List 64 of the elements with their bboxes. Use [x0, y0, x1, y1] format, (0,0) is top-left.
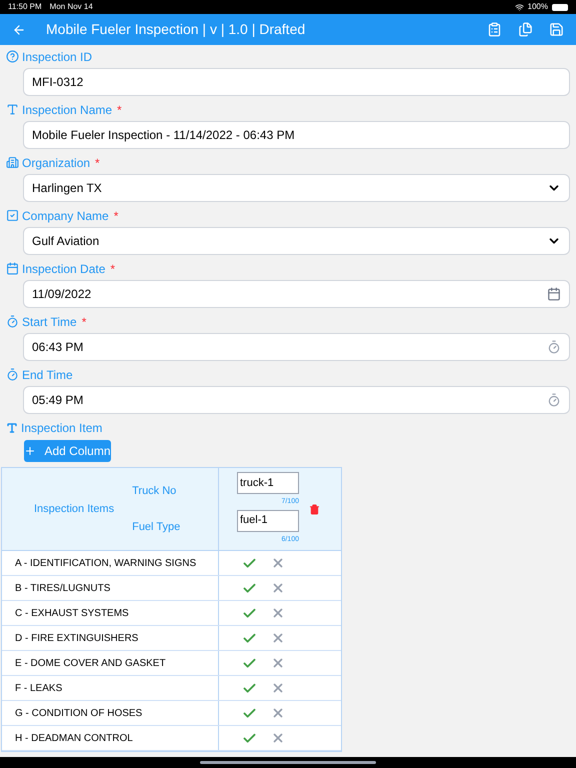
inspection-item: C - EXHAUST SYSTEMS: [15, 606, 129, 620]
battery-percent: 100%: [528, 1, 548, 13]
input-field[interactable]: 06:43 PM: [23, 333, 570, 361]
save-icon[interactable]: [549, 22, 564, 37]
documents-icon[interactable]: [518, 22, 533, 37]
required-asterisk: *: [114, 208, 118, 224]
field-label: Organization: [22, 154, 90, 172]
column-input[interactable]: fuel-1: [237, 510, 299, 532]
field-label: End Time: [22, 366, 73, 384]
input-field[interactable]: Mobile Fueler Inspection - 11/14/2022 - 06:43 PM: [23, 121, 570, 149]
section-label: Inspection Item: [21, 420, 102, 436]
stopwatch-icon: [6, 315, 19, 328]
delete-icon[interactable]: [309, 504, 320, 514]
fail-icon[interactable]: [271, 656, 285, 670]
dropdown-field[interactable]: Gulf Aviation: [23, 227, 570, 255]
fail-icon[interactable]: [271, 706, 285, 720]
fail-icon[interactable]: [271, 581, 285, 595]
building-icon: [6, 156, 19, 169]
text-box-icon: [6, 103, 19, 116]
fail-icon[interactable]: [271, 681, 285, 695]
column-input[interactable]: truck-1: [237, 472, 299, 494]
required-asterisk: *: [117, 102, 122, 118]
status-date: Mon Nov 14: [50, 1, 93, 13]
field-label: Inspection ID: [22, 48, 92, 66]
inspection-item: H - DEADMAN CONTROL: [15, 732, 133, 746]
required-asterisk: *: [110, 260, 116, 278]
fail-icon[interactable]: [271, 606, 285, 620]
plus-icon: [24, 445, 36, 457]
field-label: Inspection Date: [22, 260, 106, 278]
battery-icon: [552, 4, 568, 10]
calendar-icon: [547, 287, 561, 301]
required-asterisk: *: [82, 314, 86, 330]
stopwatch-icon: [547, 393, 561, 407]
field-label: Start Time: [22, 314, 77, 330]
fail-icon[interactable]: [271, 556, 285, 570]
status-time: 11:50 PM: [8, 1, 42, 13]
header-title: Mobile Fueler Inspection | v | 1.0 | Drafted: [46, 20, 306, 39]
clipboard-icon[interactable]: [487, 22, 502, 37]
back-icon[interactable]: [12, 22, 26, 36]
stopwatch-icon: [6, 368, 19, 381]
fail-icon[interactable]: [271, 731, 285, 745]
dropdown-field[interactable]: Harlingen TX: [23, 174, 570, 202]
input-field[interactable]: 11/09/2022: [23, 280, 570, 308]
text-size-icon: [6, 422, 18, 434]
inspection-item: F - LEAKS: [15, 682, 62, 696]
inspection-item: G - CONDITION OF HOSES: [15, 706, 142, 720]
calendar-icon: [6, 262, 19, 275]
wifi-icon: [514, 2, 524, 12]
column-label: Fuel Type: [132, 520, 180, 535]
items-column-heading: Inspection Items: [34, 502, 114, 517]
inspection-item: D - FIRE EXTINGUISHERS: [15, 632, 138, 646]
inspection-item: E - DOME COVER AND GASKET: [15, 656, 166, 670]
question-icon: [6, 50, 19, 63]
inspection-item: B - TIRES/LUGNUTS: [15, 582, 110, 596]
checkbox-icon: [6, 209, 19, 222]
stopwatch-icon: [547, 340, 561, 354]
input-field[interactable]: MFI-0312: [23, 68, 570, 96]
field-label: Inspection Name: [22, 102, 112, 118]
required-asterisk: *: [95, 154, 100, 172]
input-field[interactable]: 05:49 PM: [23, 386, 570, 414]
column-label: Truck No: [132, 484, 178, 498]
field-label: Company Name: [22, 208, 109, 224]
inspection-item: A - IDENTIFICATION, WARNING SIGNS: [15, 556, 196, 570]
fail-icon[interactable]: [271, 631, 285, 645]
